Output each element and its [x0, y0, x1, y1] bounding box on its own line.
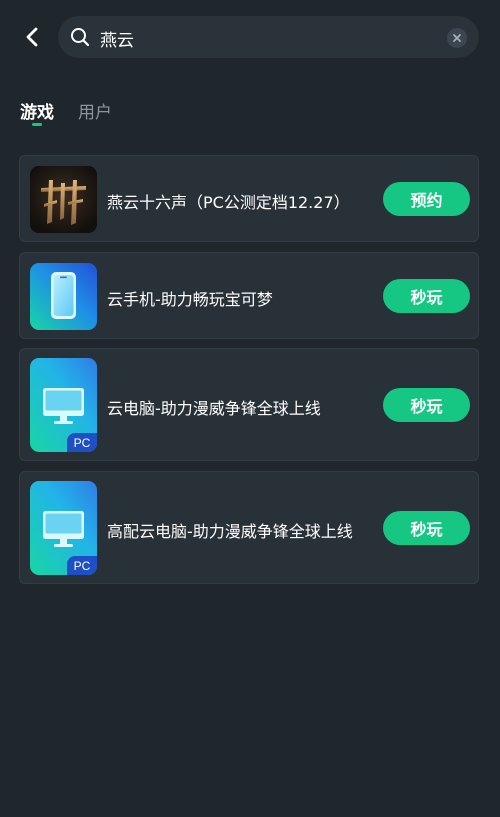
result-title: 云手机-助力畅玩宝可梦 — [107, 290, 273, 309]
game-logo-icon — [30, 166, 97, 233]
result-item[interactable]: PC 云电脑-助力漫威争锋全球上线 秒玩 — [19, 348, 479, 461]
active-tab-indicator — [32, 123, 42, 126]
result-title: 高配云电脑-助力漫威争锋全球上线 — [107, 522, 353, 541]
reserve-button[interactable]: 预约 — [383, 182, 470, 216]
cloud-pc-thumbnail: PC — [30, 358, 97, 452]
pc-badge: PC — [67, 433, 97, 452]
result-item[interactable]: PC 高配云电脑-助力漫威争锋全球上线 秒玩 — [19, 471, 479, 584]
play-now-button[interactable]: 秒玩 — [383, 388, 470, 422]
search-bar[interactable] — [58, 16, 479, 60]
cloud-phone-thumbnail — [30, 263, 97, 330]
back-arrow-icon — [26, 27, 38, 47]
search-icon — [71, 28, 90, 47]
pc-badge: PC — [67, 556, 97, 575]
tab-users[interactable]: 用户 — [78, 98, 112, 123]
clear-icon — [453, 34, 461, 42]
result-item[interactable]: 云手机-助力畅玩宝可梦 秒玩 — [19, 252, 479, 339]
result-title: 燕云十六声（PC公测定档12.27） — [107, 193, 350, 212]
play-now-button[interactable]: 秒玩 — [383, 279, 470, 313]
top-bar — [0, 0, 500, 76]
result-title: 云电脑-助力漫威争锋全球上线 — [107, 399, 321, 418]
search-input[interactable] — [98, 16, 442, 60]
cloud-pc-thumbnail: PC — [30, 481, 97, 575]
phone-icon — [30, 263, 97, 330]
back-button[interactable] — [18, 22, 46, 52]
tab-games[interactable]: 游戏 — [20, 98, 54, 123]
play-now-button[interactable]: 秒玩 — [383, 511, 470, 545]
game-thumbnail — [30, 166, 97, 233]
clear-search-button[interactable] — [447, 28, 467, 48]
result-item[interactable]: 燕云十六声（PC公测定档12.27） 预约 — [19, 155, 479, 242]
